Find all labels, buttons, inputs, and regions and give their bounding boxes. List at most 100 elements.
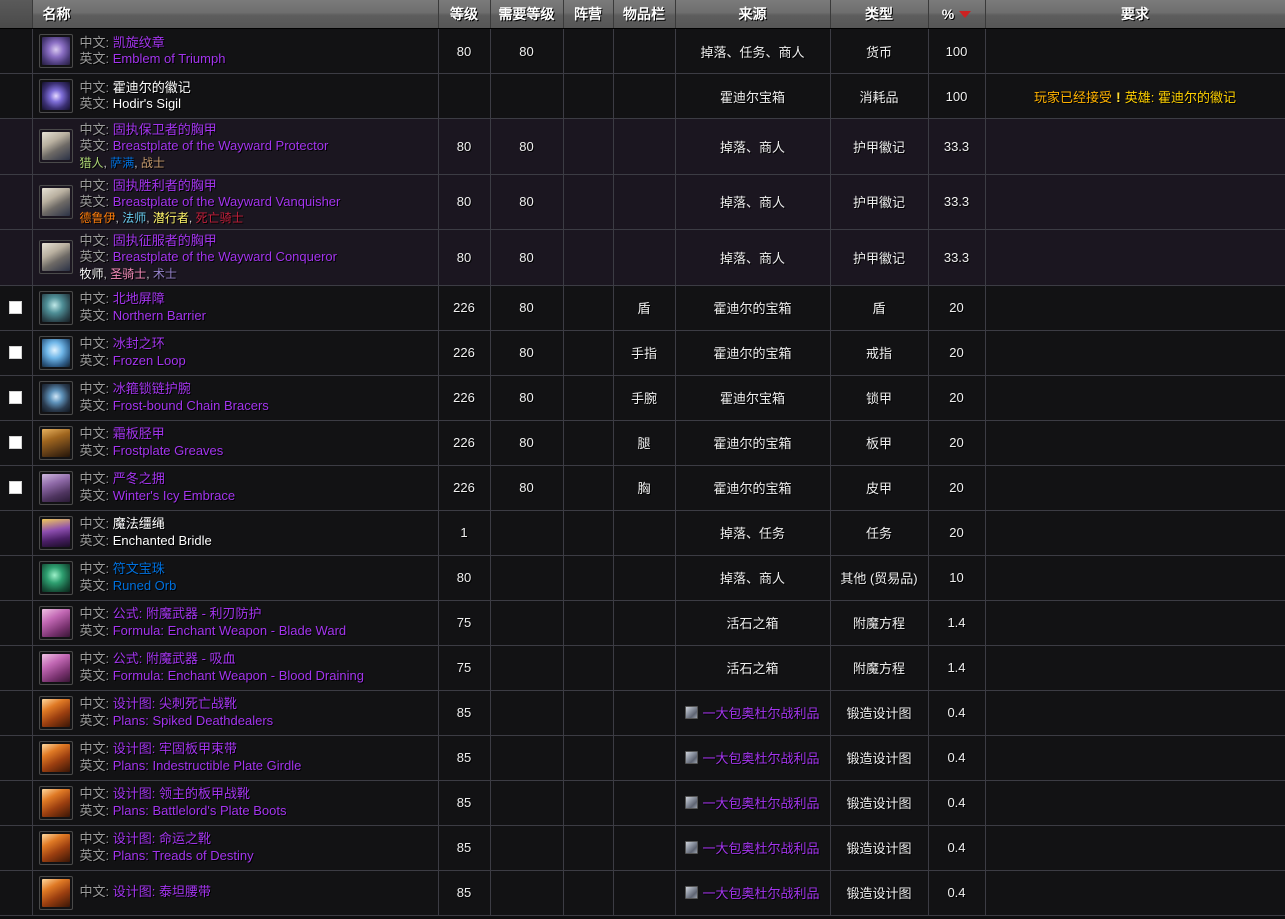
item-class-tag[interactable]: 术士	[153, 267, 177, 281]
item-link-cn[interactable]: 冰封之环	[113, 336, 165, 351]
table-row[interactable]: 中文: 冰箍锁链护腕 英文: Frost-bound Chain Bracers 2…	[0, 375, 1285, 421]
plans-spiked-deathdealers-icon[interactable]	[38, 695, 73, 730]
item-link-cn[interactable]: 设计图: 牢固板甲束带	[113, 741, 237, 756]
item-link-cn[interactable]: 魔法缰绳	[113, 516, 165, 531]
item-link-cn[interactable]: 北地屏障	[113, 291, 165, 306]
item-link-en[interactable]: Frostplate Greaves	[113, 443, 224, 458]
column-header-source[interactable]: 来源	[675, 0, 831, 29]
breastplate-wayward-protector-icon[interactable]	[38, 129, 73, 164]
table-row[interactable]: 中文: 公式: 附魔武器 - 吸血 英文: Formula: Enchant We…	[0, 645, 1285, 691]
item-link-en[interactable]: Winter's Icy Embrace	[113, 488, 235, 503]
row-checkbox[interactable]	[9, 481, 23, 494]
item-link-en[interactable]: Formula: Enchant Weapon - Blade Ward	[113, 623, 346, 638]
formula-blade-ward-icon[interactable]	[38, 605, 73, 640]
table-row[interactable]: 中文: 凯旋纹章 英文: Emblem of Triumph 80 80 掉落、任务、商…	[0, 28, 1285, 74]
item-link-cn[interactable]: 固执征服者的胸甲	[113, 233, 217, 248]
item-class-tag[interactable]: 猎人	[80, 156, 104, 170]
formula-blood-draining-icon[interactable]	[38, 650, 73, 685]
table-row[interactable]: 中文: 设计图: 命运之靴 英文: Plans: Treads of Destin…	[0, 825, 1285, 871]
item-class-tag[interactable]: 死亡骑士	[196, 211, 244, 225]
table-row[interactable]: 中文: 固执征服者的胸甲 英文: Breastplate of the Waywa…	[0, 229, 1285, 286]
item-link-en[interactable]: Frost-bound Chain Bracers	[113, 398, 269, 413]
column-header-faction[interactable]: 阵营	[563, 0, 614, 29]
item-link-en[interactable]: Breastplate of the Wayward Vanquisher	[113, 194, 341, 209]
table-row[interactable]: 中文: 霜板胫甲 英文: Frostplate Greaves 226 80 腿霍迪尔的…	[0, 420, 1285, 466]
item-link-cn[interactable]: 固执胜利者的胸甲	[113, 178, 217, 193]
winters-icy-embrace-icon[interactable]	[38, 470, 73, 505]
column-header-slot[interactable]: 物品栏	[613, 0, 676, 29]
item-class-tag[interactable]: 潜行者	[153, 211, 189, 225]
enchanted-bridle-icon[interactable]	[38, 515, 73, 550]
item-link-en[interactable]: Plans: Spiked Deathdealers	[113, 713, 273, 728]
row-checkbox-cell[interactable]	[0, 465, 33, 511]
item-link-cn[interactable]: 设计图: 泰坦腰带	[113, 884, 211, 899]
column-header-checkbox[interactable]	[0, 0, 33, 29]
breastplate-wayward-conqueror-icon[interactable]	[38, 240, 73, 275]
table-row[interactable]: 中文: 公式: 附魔武器 - 利刃防护 英文: Formula: Enchant …	[0, 600, 1285, 646]
table-row[interactable]: 中文: 符文宝珠 英文: Runed Orb 80 掉落、商人 其他 (贸易品) 10	[0, 555, 1285, 601]
source-link[interactable]: 一大包奥杜尔战利品	[702, 838, 819, 857]
table-row[interactable]: 中文: 设计图: 泰坦腰带 85 一大包奥杜尔战利品 锻造设计图 0.4	[0, 870, 1285, 916]
column-header-requires[interactable]: 要求	[985, 0, 1285, 29]
column-header-required-level[interactable]: 需要等级	[490, 0, 564, 29]
plans-battlelords-plate-boots-icon[interactable]	[38, 785, 73, 820]
row-checkbox-cell[interactable]	[0, 420, 33, 466]
column-header-percent[interactable]: %	[928, 0, 986, 29]
plans-titanium-belt-icon[interactable]	[38, 875, 73, 910]
item-link-en[interactable]: Frozen Loop	[113, 353, 186, 368]
item-link-cn[interactable]: 公式: 附魔武器 - 吸血	[113, 651, 236, 666]
breastplate-wayward-vanquisher-icon[interactable]	[38, 184, 73, 219]
plans-indestructible-plate-girdle-icon[interactable]	[38, 740, 73, 775]
source-link[interactable]: 一大包奥杜尔战利品	[702, 748, 819, 767]
table-row[interactable]: 中文: 固执保卫者的胸甲 英文: Breastplate of the Waywa…	[0, 118, 1285, 175]
item-link-cn[interactable]: 公式: 附魔武器 - 利刃防护	[113, 606, 262, 621]
plans-treads-of-destiny-icon[interactable]	[38, 830, 73, 865]
table-row[interactable]: 中文: 冰封之环 英文: Frozen Loop 226 80 手指 霍迪尔的宝箱 戒指 20	[0, 330, 1285, 376]
column-header-name[interactable]: 名称	[32, 0, 439, 29]
item-link-en[interactable]: Breastplate of the Wayward Protector	[113, 138, 329, 153]
item-link-en[interactable]: Breastplate of the Wayward Conqueror	[113, 249, 337, 264]
runed-orb-icon[interactable]	[38, 560, 73, 595]
source-link[interactable]: 一大包奥杜尔战利品	[702, 793, 819, 812]
frozen-loop-icon[interactable]	[38, 335, 73, 370]
table-row[interactable]: 中文: 设计图: 牢固板甲束带 英文: Plans: Indestructible…	[0, 735, 1285, 781]
item-link-cn[interactable]: 凯旋纹章	[113, 35, 165, 50]
item-link-en[interactable]: Northern Barrier	[113, 308, 206, 323]
table-row[interactable]: 中文: 严冬之拥 英文: Winter's Icy Embrace 226 80 胸霍迪…	[0, 465, 1285, 511]
column-header-level[interactable]: 等级	[438, 0, 491, 29]
requires-quest-link[interactable]: 英雄: 霍迪尔的徽记	[1125, 90, 1236, 105]
item-link-en[interactable]: Hodir's Sigil	[113, 96, 181, 111]
item-link-cn[interactable]: 设计图: 尖刺死亡战靴	[113, 696, 237, 711]
item-class-tag[interactable]: 德鲁伊	[80, 211, 116, 225]
table-row[interactable]: 中文: 北地屏障 英文: Northern Barrier 226 80 盾霍迪尔的宝箱…	[0, 285, 1285, 331]
row-checkbox-cell[interactable]	[0, 285, 33, 331]
item-link-en[interactable]: Emblem of Triumph	[113, 51, 226, 66]
item-link-en[interactable]: Plans: Treads of Destiny	[113, 848, 254, 863]
row-checkbox-cell[interactable]	[0, 330, 33, 376]
item-link-cn[interactable]: 固执保卫者的胸甲	[113, 122, 217, 137]
item-class-tag[interactable]: 战士	[141, 156, 165, 170]
item-class-tag[interactable]: 牧师	[80, 267, 104, 281]
item-link-cn[interactable]: 严冬之拥	[113, 471, 165, 486]
item-link-en[interactable]: Plans: Indestructible Plate Girdle	[113, 758, 302, 773]
item-link-cn[interactable]: 霍迪尔的徽记	[113, 80, 191, 95]
item-link-cn[interactable]: 设计图: 命运之靴	[113, 831, 211, 846]
row-checkbox[interactable]	[9, 436, 23, 449]
item-class-tag[interactable]: 法师	[122, 211, 146, 225]
item-class-tag[interactable]: 圣骑士	[110, 267, 146, 281]
frostplate-greaves-icon[interactable]	[38, 425, 73, 460]
item-class-tag[interactable]: 萨满	[110, 156, 134, 170]
row-checkbox[interactable]	[9, 301, 23, 314]
item-link-en[interactable]: Formula: Enchant Weapon - Blood Draining	[113, 668, 364, 683]
table-row[interactable]: 中文: 固执胜利者的胸甲 英文: Breastplate of the Waywa…	[0, 174, 1285, 230]
hodirs-sigil-icon[interactable]	[38, 79, 73, 113]
emblem-of-triumph-icon[interactable]	[38, 34, 73, 68]
table-row[interactable]: 中文: 设计图: 领主的板甲战靴 英文: Plans: Battlelord's …	[0, 780, 1285, 826]
item-link-en[interactable]: Plans: Battlelord's Plate Boots	[113, 803, 287, 818]
item-link-en[interactable]: Enchanted Bridle	[113, 533, 212, 548]
northern-barrier-icon[interactable]	[38, 290, 73, 325]
table-row[interactable]: 中文: 霍迪尔的徽记 英文: Hodir's Sigil 霍迪尔宝箱 消耗品 100 玩家…	[0, 73, 1285, 119]
item-link-cn[interactable]: 冰箍锁链护腕	[113, 381, 191, 396]
frost-bound-chain-bracers-icon[interactable]	[38, 380, 73, 415]
row-checkbox[interactable]	[9, 391, 23, 404]
